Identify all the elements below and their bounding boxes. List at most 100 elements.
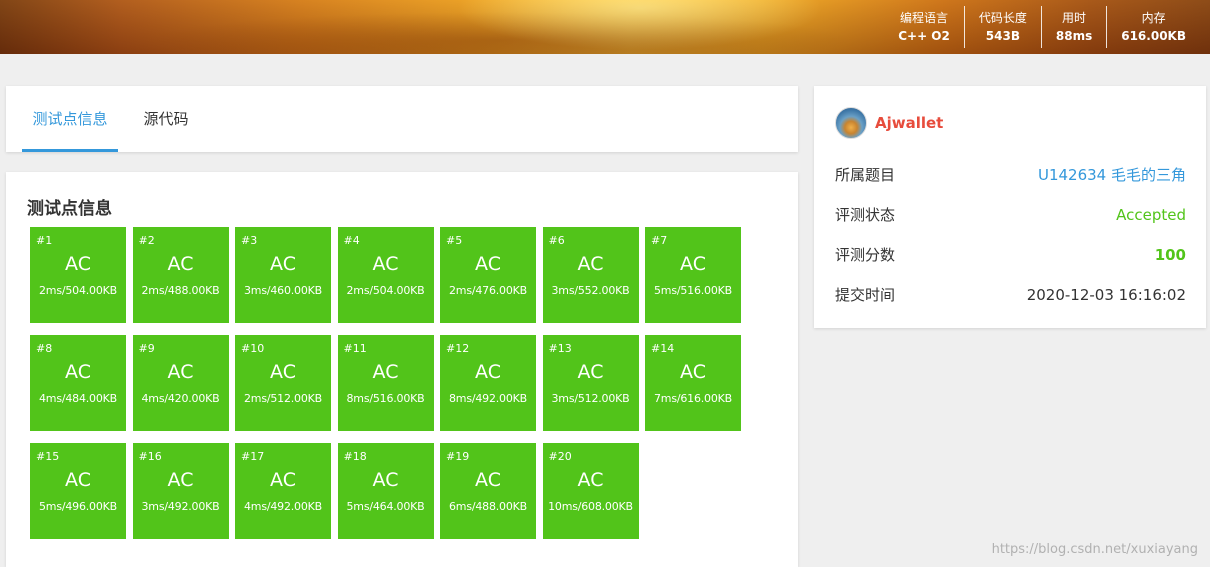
test-case-status: AC [167,469,194,491]
stat-label: 编程语言 [900,11,949,25]
test-case-tile[interactable]: #15 AC 5ms/496.00KB [30,443,126,539]
tabs-card: 测试点信息 源代码 [6,86,798,152]
test-case-status: AC [577,469,604,491]
avatar[interactable] [835,107,867,139]
test-case-tile[interactable]: #12 AC 8ms/492.00KB [440,335,536,431]
test-case-tile[interactable]: #8 AC 4ms/484.00KB [30,335,126,431]
test-case-status: AC [270,469,296,491]
test-case-status: AC [577,361,604,383]
test-case-id: #19 [446,450,470,463]
test-case-id: #1 [36,234,53,247]
test-case-time-memory: 10ms/608.00KB [548,500,633,513]
test-case-status: AC [475,253,501,275]
judge-status-value: Accepted [1116,206,1186,224]
test-case-time-memory: 4ms/420.00KB [141,392,220,405]
info-row-problem: 所属题目 U142634 毛毛的三角 [835,164,1186,186]
stat-memory: 内存 616.00KB [1106,6,1200,48]
stat-value: 88ms [1055,29,1093,43]
test-case-tile[interactable]: #4 AC 2ms/504.00KB [337,227,434,323]
test-case-id: #4 [343,234,360,247]
tab-source-code[interactable]: 源代码 [128,86,204,152]
test-case-tile[interactable]: #6 AC 3ms/552.00KB [542,227,639,323]
watermark: https://blog.csdn.net/xuxiayang [991,542,1198,557]
test-case-tile[interactable]: #19 AC 6ms/488.00KB [440,443,536,539]
test-case-time-memory: 7ms/616.00KB [654,392,732,405]
info-label: 评测分数 [835,246,896,264]
test-case-id: #12 [446,342,470,355]
test-case-id: #8 [36,342,53,355]
test-case-time-memory: 2ms/504.00KB [39,284,117,297]
problem-link[interactable]: U142634 毛毛的三角 [1038,164,1186,186]
submission-stats: 编程语言 C++ O2 代码长度 543B 用时 88ms 内存 616.00K… [884,6,1200,48]
test-case-tile[interactable]: #10 AC 2ms/512.00KB [235,335,331,431]
test-case-time-memory: 3ms/460.00KB [244,284,322,297]
test-case-tile[interactable]: #9 AC 4ms/420.00KB [132,335,229,431]
submission-info-card: Ajwallet 所属题目 U142634 毛毛的三角 评测状态 Accepte… [814,86,1206,328]
test-case-status: AC [270,253,296,275]
test-case-status: AC [680,253,706,275]
test-case-status: AC [65,253,91,275]
test-case-status: AC [270,361,296,383]
test-case-time-memory: 2ms/476.00KB [449,284,527,297]
test-case-id: #20 [548,450,572,463]
test-case-tile[interactable]: #1 AC 2ms/504.00KB [30,227,126,323]
section-title: 测试点信息 [27,199,112,219]
test-case-time-memory: 6ms/488.00KB [449,500,527,513]
test-case-id: #2 [138,234,155,247]
stat-value: C++ O2 [898,29,950,43]
test-case-tile[interactable]: #3 AC 3ms/460.00KB [235,227,331,323]
test-case-id: #15 [36,450,60,463]
test-case-tile[interactable]: #7 AC 5ms/516.00KB [645,227,741,323]
test-case-id: #5 [446,234,463,247]
test-case-tile[interactable]: #17 AC 4ms/492.00KB [235,443,331,539]
stat-value: 616.00KB [1121,29,1186,43]
info-label: 所属题目 [835,166,896,184]
username-link[interactable]: Ajwallet [875,114,943,132]
test-case-status: AC [372,253,399,275]
test-case-time-memory: 4ms/484.00KB [39,392,117,405]
test-case-tile[interactable]: #5 AC 2ms/476.00KB [440,227,536,323]
user-block: Ajwallet [835,107,943,139]
test-case-id: #14 [651,342,675,355]
info-label: 提交时间 [835,286,896,304]
stat-value: 543B [985,29,1020,43]
test-case-time-memory: 5ms/496.00KB [39,500,117,513]
test-case-status: AC [65,361,91,383]
score-value: 100 [1154,246,1186,264]
test-case-grid: #1 AC 2ms/504.00KB #2 AC 2ms/488.00KB #3 AC 3ms/… [30,227,750,551]
test-case-status: AC [167,361,194,383]
test-case-tile[interactable]: #16 AC 3ms/492.00KB [132,443,229,539]
test-case-time-memory: 2ms/504.00KB [346,284,425,297]
test-case-id: #6 [548,234,565,247]
tab-test-cases[interactable]: 测试点信息 [22,86,118,152]
info-row-score: 评测分数 100 [835,244,1186,266]
test-case-tile[interactable]: #13 AC 3ms/512.00KB [542,335,639,431]
test-case-time-memory: 4ms/492.00KB [244,500,322,513]
test-case-status: AC [372,469,399,491]
submit-time-value: 2020-12-03 16:16:02 [1026,286,1186,304]
test-case-status: AC [577,253,604,275]
test-case-tile[interactable]: #11 AC 8ms/516.00KB [337,335,434,431]
test-case-id: #17 [241,450,265,463]
test-case-tile[interactable]: #14 AC 7ms/616.00KB [645,335,741,431]
stat-label: 代码长度 [978,11,1027,25]
test-case-status: AC [475,469,501,491]
test-case-time-memory: 3ms/512.00KB [551,392,630,405]
test-case-tile[interactable]: #2 AC 2ms/488.00KB [132,227,229,323]
info-row-status: 评测状态 Accepted [835,204,1186,226]
test-case-time-memory: 8ms/492.00KB [449,392,527,405]
test-case-id: #7 [651,234,668,247]
test-case-time-memory: 2ms/512.00KB [244,392,322,405]
test-case-tile[interactable]: #20 AC 10ms/608.00KB [542,443,639,539]
test-case-status: AC [680,361,706,383]
test-case-id: #16 [138,450,162,463]
test-case-id: #10 [241,342,265,355]
test-case-id: #11 [343,342,367,355]
test-case-time-memory: 3ms/552.00KB [551,284,630,297]
test-case-tile[interactable]: #18 AC 5ms/464.00KB [337,443,434,539]
test-cases-card: 测试点信息 #1 AC 2ms/504.00KB #2 AC 2ms/488.00KB #3… [6,172,798,567]
test-case-id: #3 [241,234,258,247]
test-case-time-memory: 8ms/516.00KB [346,392,425,405]
test-case-time-memory: 5ms/516.00KB [654,284,732,297]
stat-language: 编程语言 C++ O2 [884,6,964,48]
